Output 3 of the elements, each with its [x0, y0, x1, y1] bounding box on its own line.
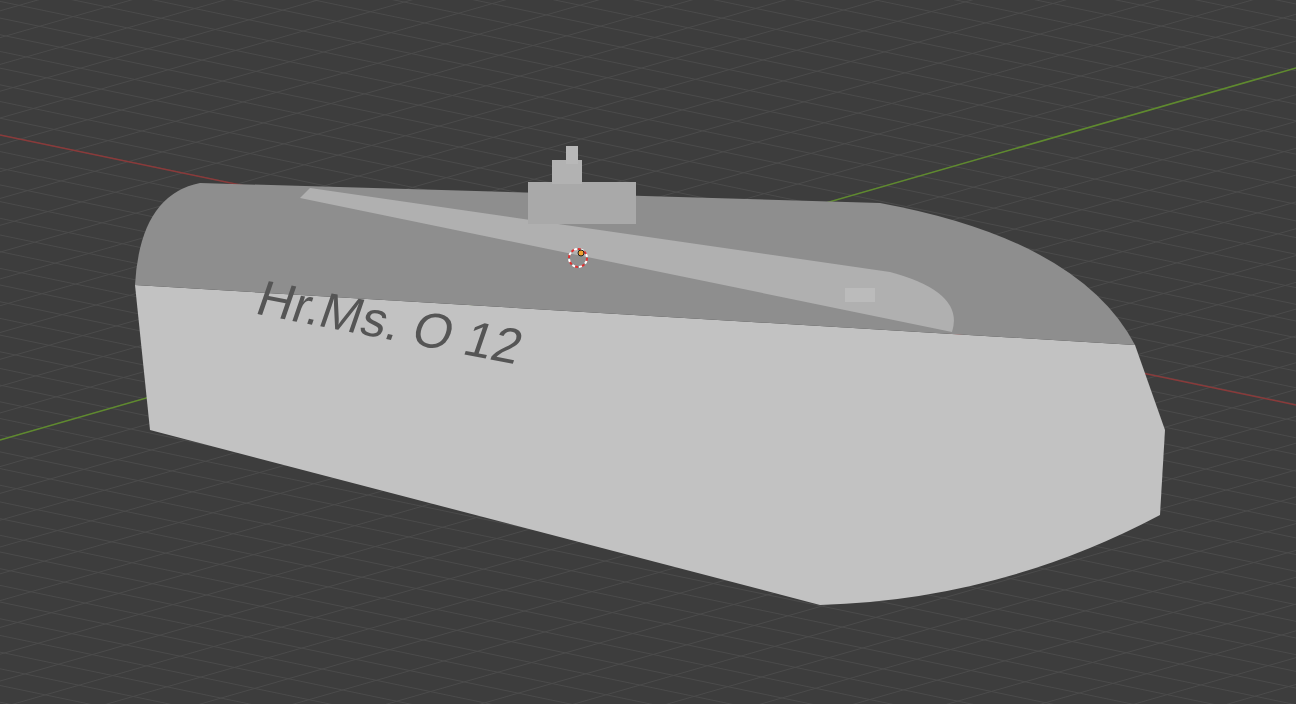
origin-dot-icon: [577, 249, 585, 257]
engraved-text: Hr.Ms. O 12: [250, 270, 531, 375]
3d-cursor-icon: [568, 248, 588, 268]
